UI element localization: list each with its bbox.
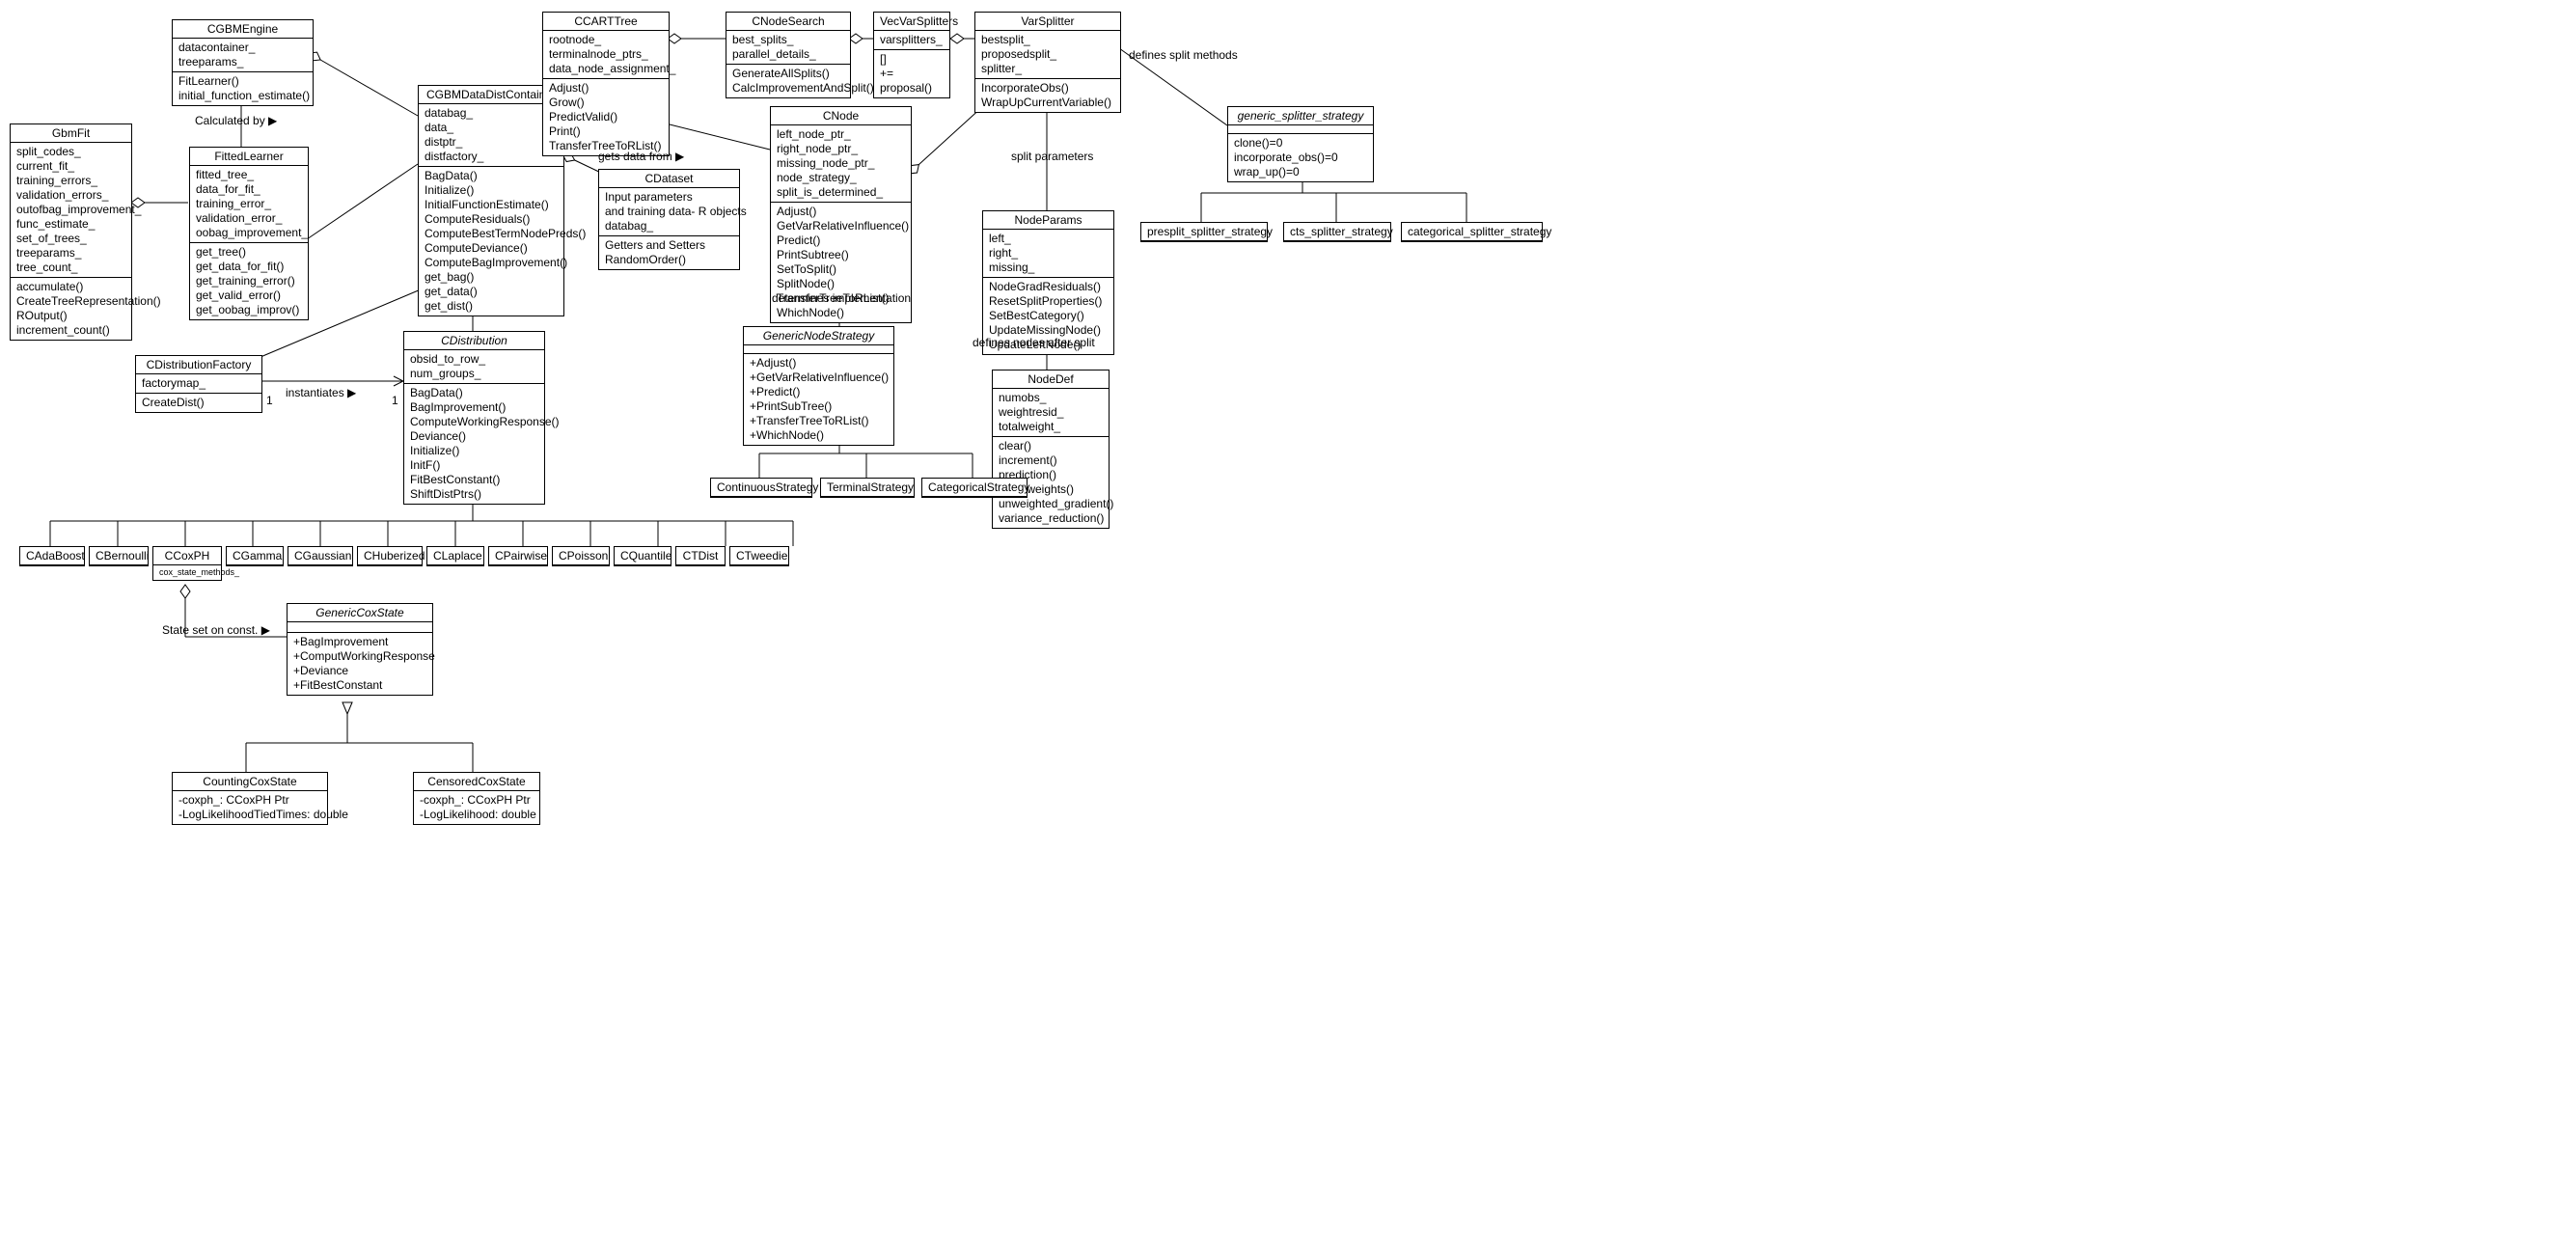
label-defines-split: defines split methods xyxy=(1129,48,1238,62)
class-ContinuousStrategy: ContinuousStrategy xyxy=(710,478,812,498)
class-ops: BagData() BagImprovement() ComputeWorkin… xyxy=(404,384,544,504)
class-GbmFit: GbmFit split_codes_ current_fit_ trainin… xyxy=(10,124,132,341)
class-CountingCoxState: CountingCoxState -coxph_: CCoxPH Ptr -Lo… xyxy=(172,772,328,825)
class-ops: accumulate() CreateTreeRepresentation() … xyxy=(11,278,131,340)
class-attrs: -coxph_: CCoxPH Ptr -LogLikelihood: doub… xyxy=(414,791,539,824)
class-CPairwise: CPairwise xyxy=(488,546,548,566)
class-name: generic_splitter_strategy xyxy=(1228,107,1373,125)
class-name: CGBMEngine xyxy=(173,20,313,39)
class-name: presplit_splitter_strategy xyxy=(1141,223,1267,241)
class-name: categorical_splitter_strategy xyxy=(1402,223,1542,241)
class-name: GenericNodeStrategy xyxy=(744,327,893,345)
uml-canvas: CGBMEngine datacontainer_ treeparams_ Fi… xyxy=(0,0,2576,1235)
class-attrs: split_codes_ current_fit_ training_error… xyxy=(11,143,131,278)
class-FittedLearner: FittedLearner fitted_tree_ data_for_fit_… xyxy=(189,147,309,320)
class-TerminalStrategy: TerminalStrategy xyxy=(820,478,915,498)
class-CGamma: CGamma xyxy=(226,546,284,566)
class-ops: GenerateAllSplits() CalcImprovementAndSp… xyxy=(726,65,850,97)
class-CNodeSearch: CNodeSearch best_splits_ parallel_detail… xyxy=(726,12,851,98)
class-CTDist: CTDist xyxy=(675,546,726,566)
class-CensoredCoxState: CensoredCoxState -coxph_: CCoxPH Ptr -Lo… xyxy=(413,772,540,825)
class-name: GenericCoxState xyxy=(288,604,432,622)
class-name: VecVarSplitters xyxy=(874,13,949,31)
class-name: CNode xyxy=(771,107,911,125)
label-one: 1 xyxy=(266,394,273,407)
class-ops: [] += proposal() xyxy=(874,50,949,97)
class-generic-splitter-strategy: generic_splitter_strategy clone()=0 inco… xyxy=(1227,106,1374,182)
class-name: CensoredCoxState xyxy=(414,773,539,791)
label-gets-data: gets data from ▶ xyxy=(598,150,684,163)
class-name: CDistribution xyxy=(404,332,544,350)
class-name: VarSplitter xyxy=(975,13,1120,31)
class-name: NodeParams xyxy=(983,211,1113,230)
class-name: CCARTTree xyxy=(543,13,669,31)
class-CAdaBoost: CAdaBoost xyxy=(19,546,85,566)
class-categorical-splitter: categorical_splitter_strategy xyxy=(1401,222,1543,242)
label-instantiates: instantiates ▶ xyxy=(286,386,356,399)
class-name: cts_splitter_strategy xyxy=(1284,223,1390,241)
class-VecVarSplitters: VecVarSplitters varsplitters_ [] += prop… xyxy=(873,12,950,98)
class-ops: +Adjust() +GetVarRelativeInfluence() +Pr… xyxy=(744,354,893,445)
label-calculated-by: Calculated by ▶ xyxy=(195,114,277,127)
class-ops: clone()=0 incorporate_obs()=0 wrap_up()=… xyxy=(1228,134,1373,181)
class-attrs: left_node_ptr_ right_node_ptr_ missing_n… xyxy=(771,125,911,203)
class-CDistribution: CDistribution obsid_to_row_ num_groups_ … xyxy=(403,331,545,505)
class-ops: FitLearner() initial_function_estimate() xyxy=(173,72,313,105)
class-attrs: obsid_to_row_ num_groups_ xyxy=(404,350,544,384)
class-attrs: factorymap_ xyxy=(136,374,261,394)
label-defines-nodes: defines nodes after split xyxy=(973,336,1095,349)
label-one: 1 xyxy=(392,394,398,407)
class-NodeParams: NodeParams left_ right_ missing_ NodeGra… xyxy=(982,210,1114,355)
class-ops: IncorporateObs() WrapUpCurrentVariable() xyxy=(975,79,1120,112)
class-name: NodeDef xyxy=(993,370,1109,389)
class-name: ContinuousStrategy xyxy=(711,479,811,497)
class-name: CDistributionFactory xyxy=(136,356,261,374)
class-name: GbmFit xyxy=(11,124,131,143)
label-split-params: split parameters xyxy=(1011,150,1093,163)
label-determines-impl: determines implementation xyxy=(772,291,911,305)
class-VarSplitter: VarSplitter bestsplit_ proposedsplit_ sp… xyxy=(974,12,1121,113)
label-state-set: State set on const. ▶ xyxy=(162,623,270,637)
class-attrs: best_splits_ parallel_details_ xyxy=(726,31,850,65)
class-attrs: -coxph_: CCoxPH Ptr -LogLikelihoodTiedTi… xyxy=(173,791,327,824)
class-GenericNodeStrategy: GenericNodeStrategy +Adjust() +GetVarRel… xyxy=(743,326,894,446)
class-ops: CreateDist() xyxy=(136,394,261,412)
class-CCoxPH: CCoxPHcox_state_methods_ xyxy=(152,546,222,581)
class-GenericCoxState: GenericCoxState +BagImprovement +ComputW… xyxy=(287,603,433,696)
class-CCARTTree: CCARTTree rootnode_ terminalnode_ptrs_ d… xyxy=(542,12,670,156)
class-CBernoulli: CBernoulli xyxy=(89,546,149,566)
class-ops: Adjust() Grow() PredictValid() Print() T… xyxy=(543,79,669,155)
class-name: CountingCoxState xyxy=(173,773,327,791)
class-attrs: numobs_ weightresid_ totalweight_ xyxy=(993,389,1109,437)
class-attrs: bestsplit_ proposedsplit_ splitter_ xyxy=(975,31,1120,79)
class-CDistributionFactory: CDistributionFactory factorymap_ CreateD… xyxy=(135,355,262,413)
class-name: CategoricalStrategy xyxy=(922,479,1027,497)
class-presplit: presplit_splitter_strategy xyxy=(1140,222,1268,242)
class-attrs: rootnode_ terminalnode_ptrs_ data_node_a… xyxy=(543,31,669,79)
class-ops: Getters and Setters RandomOrder() xyxy=(599,236,739,269)
class-CHuberized: CHuberized xyxy=(357,546,423,566)
class-attrs: Input parameters and training data- R ob… xyxy=(599,188,739,236)
class-CLaplace: CLaplace xyxy=(426,546,484,566)
class-attrs: fitted_tree_ data_for_fit_ training_erro… xyxy=(190,166,308,243)
class-ops: BagData() Initialize() InitialFunctionEs… xyxy=(419,167,563,316)
class-ops: +BagImprovement +ComputWorkingResponse +… xyxy=(288,633,432,695)
class-CDataset: CDataset Input parameters and training d… xyxy=(598,169,740,270)
class-CPoisson: CPoisson xyxy=(552,546,610,566)
class-CategoricalStrategy: CategoricalStrategy xyxy=(921,478,1028,498)
class-CGBMEngine: CGBMEngine datacontainer_ treeparams_ Fi… xyxy=(172,19,314,106)
class-attrs: left_ right_ missing_ xyxy=(983,230,1113,278)
class-name: TerminalStrategy xyxy=(821,479,914,497)
class-cts: cts_splitter_strategy xyxy=(1283,222,1391,242)
class-NodeDef: NodeDef numobs_ weightresid_ totalweight… xyxy=(992,370,1110,529)
class-CGaussian: CGaussian xyxy=(288,546,353,566)
class-name: CDataset xyxy=(599,170,739,188)
class-attrs: varsplitters_ xyxy=(874,31,949,50)
class-attrs: datacontainer_ treeparams_ xyxy=(173,39,313,72)
class-name: FittedLearner xyxy=(190,148,308,166)
class-CQuantile: CQuantile xyxy=(614,546,671,566)
class-name: CNodeSearch xyxy=(726,13,850,31)
class-ops: get_tree() get_data_for_fit() get_traini… xyxy=(190,243,308,319)
class-CTweedie: CTweedie xyxy=(729,546,789,566)
